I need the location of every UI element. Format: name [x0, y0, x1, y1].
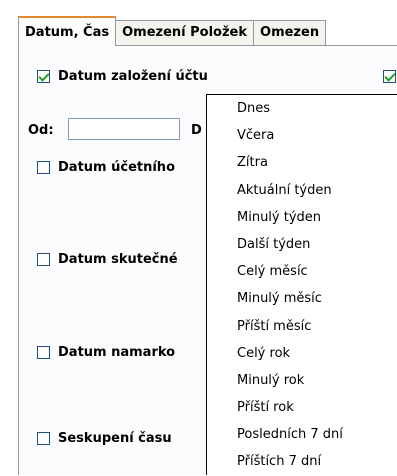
option-vcera[interactable]: Včera	[207, 122, 397, 149]
option-minuly-tyden[interactable]: Minulý týden	[207, 204, 397, 231]
seskupeni-casu-label: Seskupení času	[58, 430, 172, 446]
seskupeni-casu-row[interactable]: Seskupení času	[37, 429, 172, 447]
datum-skutecne-row[interactable]: Datum skutečné	[37, 250, 178, 268]
option-zitra[interactable]: Zítra	[207, 149, 397, 176]
option-cely-rok[interactable]: Celý rok	[207, 340, 397, 367]
datum-zalozeni-label: Datum založení účtu	[58, 68, 208, 84]
option-minuly-mesic[interactable]: Minulý měsíc	[207, 285, 397, 312]
to-label: D	[191, 123, 202, 138]
datum-skutecne-checkbox[interactable]	[37, 252, 50, 266]
date-preset-dropdown[interactable]: Dnes Včera Zítra Aktuální týden Minulý t…	[206, 94, 397, 475]
tab-omezeni-polozek[interactable]: Omezení Položek	[116, 20, 255, 46]
option-cely-mesic[interactable]: Celý měsíc	[207, 258, 397, 285]
right-cut-row[interactable]	[383, 67, 397, 85]
datum-ucetniho-checkbox[interactable]	[37, 160, 50, 174]
datum-ucetniho-row[interactable]: Datum účetního	[37, 158, 175, 176]
seskupeni-casu-checkbox[interactable]	[37, 431, 50, 445]
tab-omezeni-more[interactable]: Omezen	[254, 20, 327, 46]
datum-ucetniho-label: Datum účetního	[58, 159, 175, 175]
datum-namarko-label: Datum namarko	[58, 344, 176, 360]
datum-zalozeni-checkbox[interactable]	[37, 69, 50, 83]
option-pristi-rok[interactable]: Příští rok	[207, 394, 397, 421]
option-dalsi-tyden[interactable]: Další týden	[207, 231, 397, 258]
option-minuly-rok[interactable]: Minulý rok	[207, 367, 397, 394]
option-pristi-mesic[interactable]: Příští měsíc	[207, 313, 397, 340]
datum-namarko-row[interactable]: Datum namarko	[37, 343, 175, 361]
option-poslednich-7-dni[interactable]: Posledních 7 dní	[207, 421, 397, 448]
tab-strip: Datum, Čas Omezení Položek Omezen	[18, 16, 397, 46]
right-cut-checkbox[interactable]	[383, 69, 396, 83]
datum-skutecne-label: Datum skutečné	[58, 251, 178, 267]
datum-namarko-checkbox[interactable]	[37, 345, 50, 359]
from-label: Od:	[28, 123, 54, 138]
option-aktualni-tyden[interactable]: Aktuální týden	[207, 177, 397, 204]
tab-datum-cas[interactable]: Datum, Čas	[18, 16, 117, 46]
from-date-input[interactable]	[68, 118, 180, 140]
date-filter-panel: Datum, Čas Omezení Položek Omezen Datum …	[0, 0, 397, 475]
datum-zalozeni-row[interactable]: Datum založení účtu	[37, 67, 208, 85]
option-pristich-7-dni[interactable]: Příštích 7 dní	[207, 448, 397, 475]
option-dnes[interactable]: Dnes	[207, 95, 397, 122]
